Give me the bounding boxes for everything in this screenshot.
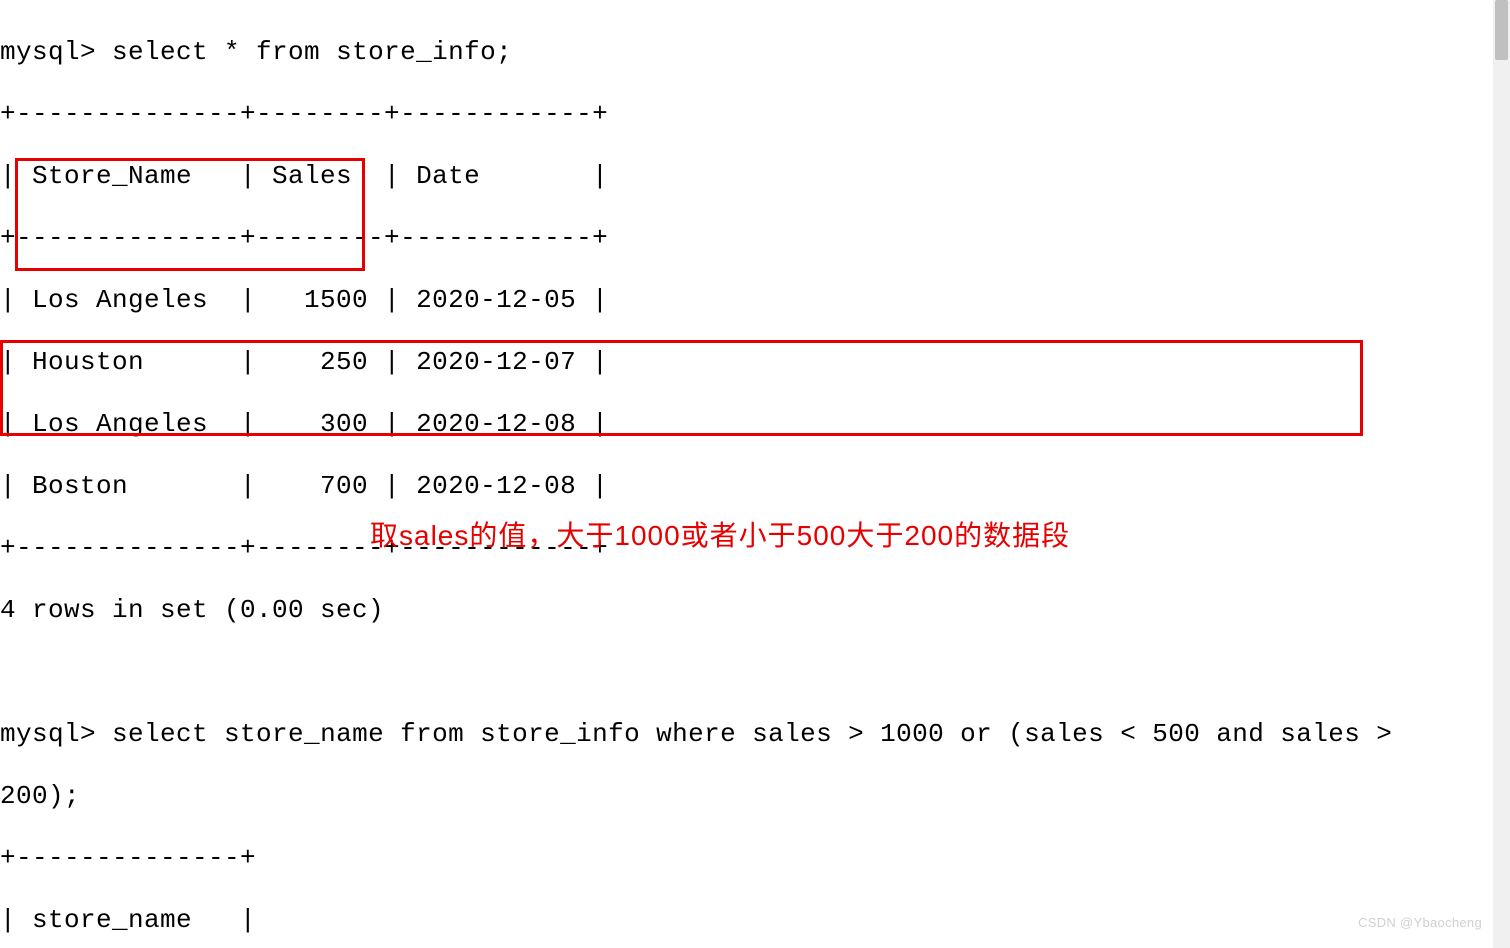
vertical-scrollbar[interactable] [1493,0,1510,948]
scrollbar-thumb[interactable] [1495,0,1508,60]
table1-border-top: +--------------+--------+------------+ [0,99,1392,130]
table2-border-top: +--------------+ [0,843,1392,874]
query2-sql-part1: select store_name from store_info where … [112,719,1392,749]
watermark-text: CSDN @Ybaocheng [1358,907,1482,938]
table1-row: | Houston | 250 | 2020-12-07 | [0,347,1392,378]
query1-sql: select * from store_info; [112,37,512,67]
query1-line: mysql> select * from store_info; [0,37,1392,68]
annotation-text: 取sales的值，大于1000或者小于500大于200的数据段 [370,520,1070,551]
query1-status: 4 rows in set (0.00 sec) [0,595,1392,626]
blank-line [0,657,1392,688]
table1-header: | Store_Name | Sales | Date | [0,161,1392,192]
table1-row: | Los Angeles | 1500 | 2020-12-05 | [0,285,1392,316]
mysql-prompt: mysql> [0,719,112,749]
table1-row: | Los Angeles | 300 | 2020-12-08 | [0,409,1392,440]
mysql-terminal[interactable]: mysql> select * from store_info; +------… [0,6,1392,948]
table2-header: | store_name | [0,905,1392,936]
mysql-prompt: mysql> [0,37,112,67]
query2-line1: mysql> select store_name from store_info… [0,719,1392,750]
table1-row: | Boston | 700 | 2020-12-08 | [0,471,1392,502]
table1-border-mid: +--------------+--------+------------+ [0,223,1392,254]
query2-line2: 200); [0,781,1392,812]
